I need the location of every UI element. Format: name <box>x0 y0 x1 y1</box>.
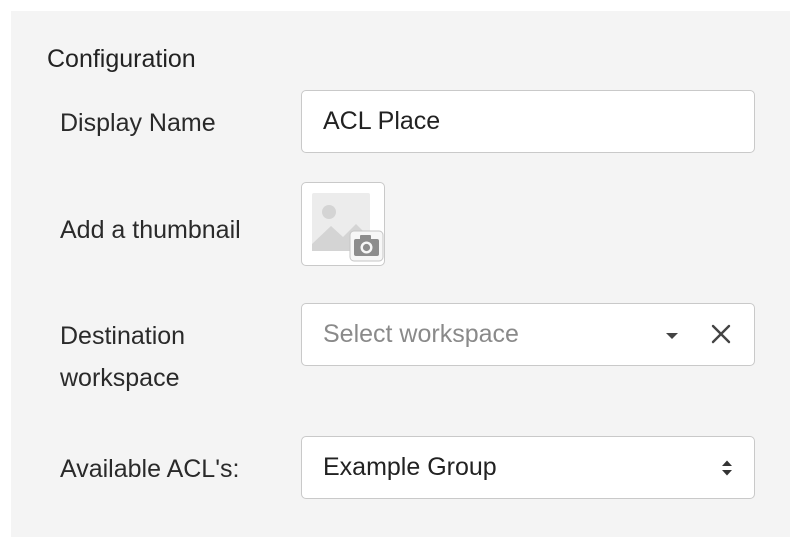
workspace-select[interactable]: Select workspace <box>301 303 755 366</box>
caret-down-icon[interactable] <box>666 333 678 339</box>
acls-label: Available ACL's: <box>60 455 240 483</box>
image-placeholder-icon <box>312 193 384 262</box>
camera-icon <box>349 230 384 262</box>
configuration-panel: Configuration Display Name ACL Place Add… <box>11 11 790 537</box>
display-name-label: Display Name <box>60 109 216 137</box>
section-title: Configuration <box>47 45 196 73</box>
acl-selected-value: Example Group <box>323 453 497 481</box>
acl-select[interactable]: Example Group <box>301 436 755 499</box>
thumbnail-label: Add a thumbnail <box>60 216 241 244</box>
destination-label-line2: workspace <box>60 364 180 392</box>
sort-caret-icon <box>722 460 732 476</box>
thumbnail-upload-button[interactable] <box>301 182 385 266</box>
close-icon[interactable] <box>708 321 734 347</box>
destination-label-line1: Destination <box>60 322 186 350</box>
display-name-value: ACL Place <box>323 107 441 135</box>
display-name-input[interactable]: ACL Place <box>301 90 755 153</box>
workspace-placeholder: Select workspace <box>323 320 519 348</box>
